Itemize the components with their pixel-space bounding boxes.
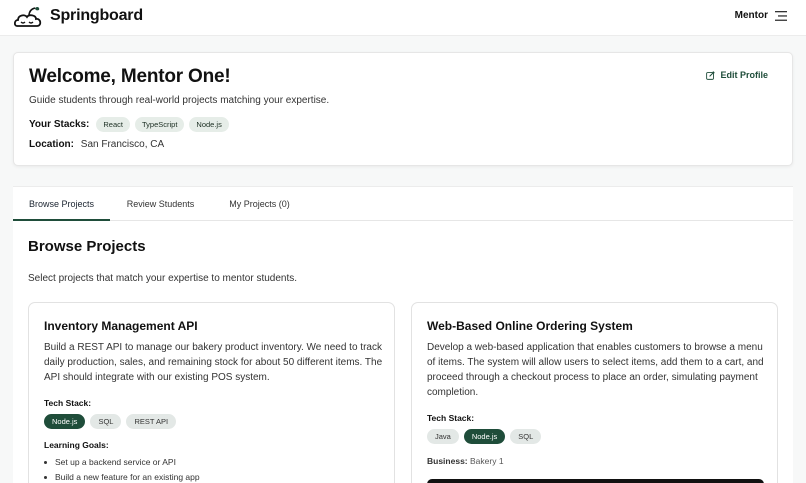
top-nav: Springboard Mentor bbox=[0, 0, 806, 36]
welcome-title: Welcome, Mentor One! bbox=[29, 66, 231, 87]
tech-tag: Node.js bbox=[463, 429, 506, 444]
stack-tag: Node.js bbox=[189, 117, 229, 132]
business-label: Business: bbox=[427, 456, 468, 466]
project-description: Build a REST API to manage our bakery pr… bbox=[44, 342, 383, 383]
stacks-label: Your Stacks: bbox=[29, 119, 90, 130]
tech-stack-label: Tech Stack: bbox=[427, 413, 475, 423]
tech-tag: Java bbox=[427, 429, 459, 444]
project-title: Web-Based Online Ordering System bbox=[427, 319, 633, 333]
stacks-row: Your Stacks: React TypeScript Node.js bbox=[29, 117, 229, 132]
location-value: San Francisco, CA bbox=[80, 139, 165, 150]
edit-profile-button[interactable]: Edit Profile bbox=[706, 70, 768, 80]
project-description: Develop a web-based application that ena… bbox=[427, 342, 764, 398]
main-panel: Browse Projects Review Students My Proje… bbox=[13, 186, 793, 483]
business-name: Bakery 1 bbox=[470, 456, 504, 466]
section-title: Browse Projects bbox=[28, 238, 146, 255]
select-project-button[interactable] bbox=[427, 479, 764, 483]
tech-tags: Java Node.js SQL bbox=[427, 429, 542, 444]
project-card[interactable]: Web-Based Online Ordering System Develop… bbox=[411, 302, 778, 483]
tech-tags: Node.js SQL REST API bbox=[44, 414, 177, 429]
learning-goal-item: Build a new feature for an existing app bbox=[44, 472, 200, 482]
edit-profile-label: Edit Profile bbox=[720, 70, 768, 80]
project-card[interactable]: Inventory Management API Build a REST AP… bbox=[28, 302, 395, 483]
tab-my-projects[interactable]: My Projects (0) bbox=[216, 187, 303, 221]
welcome-subtitle: Guide students through real-world projec… bbox=[29, 95, 330, 106]
tech-tag: REST API bbox=[126, 414, 177, 429]
learning-goals-list: Set up a backend service or API Build a … bbox=[44, 457, 200, 483]
tech-stack-label: Tech Stack: bbox=[44, 398, 92, 408]
tab-review-students[interactable]: Review Students bbox=[113, 187, 208, 221]
learning-goals-label: Learning Goals: bbox=[44, 440, 109, 450]
tech-tag: Node.js bbox=[44, 414, 86, 429]
stack-tag: TypeScript bbox=[134, 117, 185, 132]
profile-card: Welcome, Mentor One! Guide students thro… bbox=[13, 52, 793, 166]
sprout-cloud-icon[interactable] bbox=[13, 4, 43, 30]
tech-tag: SQL bbox=[510, 429, 542, 444]
location-row: Location: San Francisco, CA bbox=[29, 139, 164, 150]
business-row: Business: Bakery 1 bbox=[427, 456, 504, 466]
tech-tag: SQL bbox=[90, 414, 122, 429]
tab-bar: Browse Projects Review Students My Proje… bbox=[13, 187, 793, 221]
user-role-label[interactable]: Mentor bbox=[735, 10, 768, 21]
brand-name[interactable]: Springboard bbox=[50, 7, 143, 25]
learning-goal-item: Set up a backend service or API bbox=[44, 457, 200, 467]
edit-icon bbox=[706, 70, 716, 80]
section-subtitle: Select projects that match your expertis… bbox=[28, 273, 298, 284]
tab-browse-projects[interactable]: Browse Projects bbox=[13, 187, 110, 221]
project-title: Inventory Management API bbox=[44, 319, 198, 333]
hamburger-icon[interactable] bbox=[775, 11, 787, 21]
location-label: Location: bbox=[29, 139, 74, 150]
stack-tag: React bbox=[96, 117, 130, 132]
